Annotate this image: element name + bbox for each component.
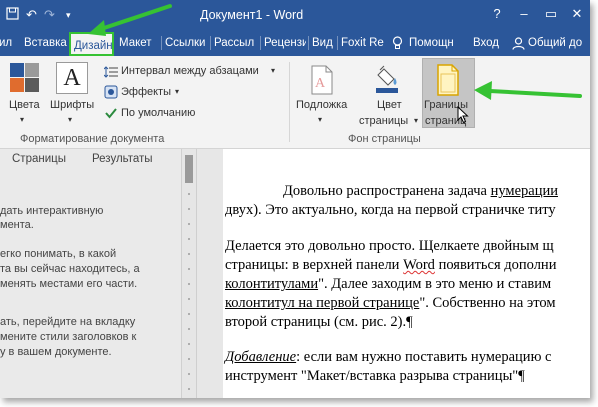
help-button[interactable]: ? <box>484 6 510 21</box>
doc-line: второй страницы (см. рис. 2).¶ <box>225 314 413 330</box>
watermark-icon[interactable]: A <box>310 65 334 100</box>
nav-hint-line: егко понимать, в какой <box>0 248 117 260</box>
nav-hint-line: дать интерактивную <box>0 205 104 217</box>
nav-hint-line: ать, перейдите на вкладку <box>0 316 136 328</box>
user-icon[interactable] <box>512 30 526 56</box>
tab-foxit[interactable]: Foxit Re <box>341 30 386 56</box>
vertical-ruler <box>182 149 197 398</box>
ruler-ticks <box>188 193 190 390</box>
doc-line: колонтитулами". Далее заходим в это меню… <box>225 276 551 293</box>
maximize-button[interactable]: ▭ <box>538 6 564 22</box>
doc-text: появиться дополни <box>434 257 557 273</box>
svg-text:A: A <box>315 76 326 91</box>
watermark-button-label[interactable]: Подложка <box>296 99 347 111</box>
doc-text-underlined: нумерации <box>490 183 558 199</box>
tell-me-box[interactable]: Помощн <box>409 30 461 56</box>
page-color-icon[interactable] <box>374 64 400 99</box>
word-window: ↶ ↷ ▾ Документ1 - Word ? – ▭ ✕ ил Вставк… <box>0 0 590 398</box>
doc-text: : если вам нужно поставить нумерацию с <box>296 349 552 365</box>
tab-divider <box>260 36 261 50</box>
tab-file-partial[interactable]: ил <box>0 30 23 56</box>
annotation-arrow-to-design-tab <box>88 4 172 36</box>
effects-dropdown-icon[interactable]: ▾ <box>175 87 179 96</box>
doc-text-spellcheck: Word <box>403 257 435 273</box>
tab-insert[interactable]: Вставка <box>24 30 68 56</box>
nav-hint-line: менять местами его части. <box>0 278 138 290</box>
page-color-dropdown-icon[interactable]: ▾ <box>414 116 418 125</box>
doc-line: Добавление: если вам нужно поставить нум… <box>225 349 551 366</box>
navigation-pane: Страницы Результаты дать интерактивную м… <box>0 149 182 398</box>
tab-review[interactable]: Рецензи <box>264 30 306 56</box>
tab-view[interactable]: Вид <box>312 30 336 56</box>
paragraph-spacing-button[interactable]: Интервал между абзацами <box>121 65 259 77</box>
group-divider <box>289 62 290 142</box>
page-color-label-line1[interactable]: Цвет <box>377 99 402 111</box>
doc-line: инструмент "Макет/вставка разрыва страни… <box>225 368 525 384</box>
nav-hint-line: у в вашем документе. <box>0 346 112 358</box>
nav-hint-line: мените стили заголовков к <box>0 331 137 343</box>
colors-button-label[interactable]: Цвета <box>9 99 40 111</box>
nav-tab-pages[interactable]: Страницы <box>12 153 66 165</box>
fonts-icon[interactable]: A <box>56 62 88 94</box>
lightbulb-icon[interactable] <box>392 30 406 56</box>
page-borders-icon[interactable] <box>436 64 460 101</box>
doc-text-underlined: колонтитулами <box>225 276 319 292</box>
effects-icon[interactable] <box>104 85 118 104</box>
mouse-cursor-icon <box>457 105 469 129</box>
minimize-button[interactable]: – <box>511 6 537 21</box>
tab-divider <box>337 36 338 50</box>
window-title: Документ1 - Word <box>200 8 304 22</box>
tab-divider <box>210 36 211 50</box>
doc-text: ". Собственно на этом <box>419 295 556 311</box>
group-label-page-background: Фон страницы <box>348 133 421 145</box>
nav-tab-results[interactable]: Результаты <box>92 153 153 165</box>
fonts-dropdown-icon[interactable]: ▾ <box>68 115 72 124</box>
doc-text-emphasis: Добавление <box>225 349 297 365</box>
doc-line: Делается это довольно просто. Щелкаете д… <box>225 238 554 254</box>
doc-line: колонтитул на первой странице". Собствен… <box>225 295 556 312</box>
doc-text: ". Далее заходим в это меню и ставим <box>318 276 552 292</box>
close-button[interactable]: ✕ <box>564 6 590 22</box>
undo-icon[interactable]: ↶ <box>26 7 37 23</box>
doc-line: Довольно распространена задача нумерации <box>283 183 558 200</box>
document-page[interactable]: Довольно распространена задача нумерации… <box>223 149 590 398</box>
nav-hint-line: мента. <box>0 219 34 231</box>
quick-access-dropdown-icon[interactable]: ▾ <box>66 10 71 21</box>
effects-button[interactable]: Эффекты <box>121 86 171 98</box>
doc-text: страницы: в верхней панели <box>225 257 404 273</box>
doc-text: Довольно распространена задача <box>283 183 491 199</box>
tab-mailings[interactable]: Рассыл <box>214 30 258 56</box>
share-button[interactable]: Общий до <box>528 30 590 56</box>
colors-icon[interactable] <box>9 62 41 94</box>
nav-hint-line: та вы сейчас находитесь, а <box>0 263 140 275</box>
doc-line: двух). Это актуально, когда на первой ст… <box>225 202 556 218</box>
paragraph-spacing-dropdown-icon[interactable]: ▾ <box>271 66 275 75</box>
document-area: Довольно распространена задача нумерации… <box>197 149 590 398</box>
doc-line: страницы: в верхней панели Word появитьс… <box>225 257 556 274</box>
tab-divider <box>308 36 309 50</box>
paragraph-spacing-icon[interactable] <box>103 65 118 83</box>
redo-icon[interactable]: ↷ <box>44 7 55 23</box>
page-color-label-line2[interactable]: страницы <box>359 115 408 127</box>
annotation-arrow-to-page-borders <box>474 81 582 100</box>
colors-dropdown-icon[interactable]: ▾ <box>20 115 24 124</box>
sign-in-link[interactable]: Вход <box>473 30 505 56</box>
save-icon[interactable] <box>6 7 19 23</box>
checkmark-icon[interactable] <box>104 106 118 125</box>
set-as-default-button[interactable]: По умолчанию <box>121 107 195 119</box>
watermark-dropdown-icon[interactable]: ▾ <box>318 115 322 124</box>
group-label-document-formatting: Форматирование документа <box>20 133 165 145</box>
fonts-button-label[interactable]: Шрифты <box>50 99 94 111</box>
doc-text-underlined: колонтитул на первой странице <box>225 295 420 311</box>
